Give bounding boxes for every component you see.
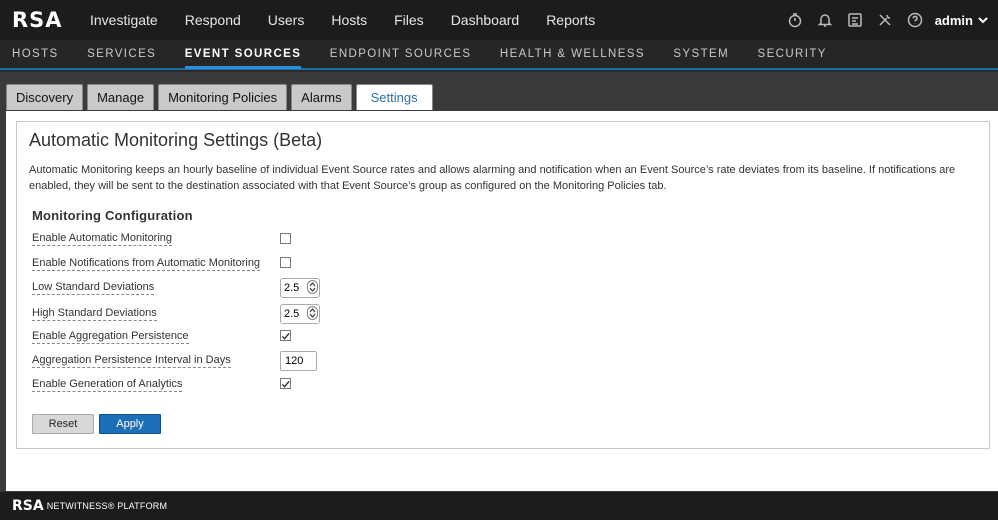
admin-sub-nav: HOSTS SERVICES EVENT SOURCES ENDPOINT SO… [0,40,998,70]
spinner-arrows-icon[interactable] [307,306,318,320]
row-low-std-dev: Low Standard Deviations [32,281,155,295]
nav-respond[interactable]: Respond [185,12,241,28]
bell-icon[interactable] [817,12,833,28]
label-enable-analytics: Enable Generation of Analytics [32,378,183,392]
top-nav-bar: RSA Investigate Respond Users Hosts File… [0,0,998,40]
nav-dashboard[interactable]: Dashboard [451,12,520,28]
label-agg-interval: Aggregation Persistence Interval in Days [32,354,231,368]
row-enable-auto-monitoring: Enable Automatic Monitoring [32,232,173,246]
tab-strip: Discovery Manage Monitoring Policies Ala… [6,84,437,110]
tab-alarms[interactable]: Alarms [291,84,352,110]
low-std-dev-value: 2.5 [284,282,300,294]
nav-investigate[interactable]: Investigate [90,12,158,28]
nav-users[interactable]: Users [268,12,305,28]
tab-settings[interactable]: Settings [355,84,433,110]
enable-agg-persistence-checkbox[interactable] [280,330,291,341]
nav-hosts[interactable]: Hosts [331,12,367,28]
subnav-health-wellness[interactable]: HEALTH & WELLNESS [500,40,645,68]
tab-area: Discovery Manage Monitoring Policies Ala… [0,72,998,492]
settings-box: Automatic Monitoring Settings (Beta) Aut… [16,121,990,449]
help-icon[interactable] [907,12,923,28]
enable-analytics-checkbox[interactable] [280,378,291,389]
page-title: Automatic Monitoring Settings (Beta) [29,130,323,150]
tab-monitoring-policies[interactable]: Monitoring Policies [158,84,288,110]
top-icons: admin [773,0,988,40]
row-enable-agg-persistence: Enable Aggregation Persistence [32,330,189,344]
label-enable-notifications: Enable Notifications from Automatic Moni… [32,257,261,271]
subnav-security[interactable]: SECURITY [758,40,827,68]
tab-discovery[interactable]: Discovery [6,84,84,110]
row-enable-analytics: Enable Generation of Analytics [32,378,183,392]
row-enable-notifications: Enable Notifications from Automatic Moni… [32,257,261,271]
page-description: Automatic Monitoring keeps an hourly bas… [29,164,956,192]
footer: RSA NETWITNESS® PLATFORM [0,492,998,520]
high-std-dev-stepper[interactable]: 2.5 [280,304,320,324]
main-nav: Investigate Respond Users Hosts Files Da… [90,12,622,28]
section-title: Monitoring Configuration [32,208,193,223]
tasks-icon[interactable] [847,12,863,28]
rsa-logo[interactable]: RSA [12,8,90,32]
nav-reports[interactable]: Reports [546,12,595,28]
enable-notifications-checkbox[interactable] [280,257,291,268]
chevron-down-icon [978,17,988,24]
user-menu[interactable]: admin [935,13,988,28]
user-name: admin [934,12,973,28]
apply-button[interactable]: Apply [99,414,161,434]
subnav-services[interactable]: SERVICES [87,40,156,68]
tab-manage[interactable]: Manage [87,84,155,110]
label-enable-auto-monitoring: Enable Automatic Monitoring [32,232,173,246]
agg-interval-input[interactable]: 120 [280,351,317,371]
timer-icon[interactable] [787,12,803,28]
subnav-system[interactable]: SYSTEM [673,40,729,68]
label-enable-agg-persistence: Enable Aggregation Persistence [32,330,189,344]
subnav-hosts[interactable]: HOSTS [12,40,59,68]
enable-auto-monitoring-checkbox[interactable] [280,233,291,244]
spinner-arrows-icon[interactable] [307,280,318,294]
row-agg-interval: Aggregation Persistence Interval in Days [32,354,231,368]
footer-product-name: NETWITNESS® PLATFORM [46,501,168,511]
checkmark-icon [281,380,290,388]
label-low-std-dev: Low Standard Deviations [32,281,155,295]
nav-files[interactable]: Files [394,12,424,28]
sub-nav-list: HOSTS SERVICES EVENT SOURCES ENDPOINT SO… [0,40,839,69]
row-high-std-dev: High Standard Deviations [32,307,157,321]
reset-button[interactable]: Reset [32,414,94,434]
settings-panel: Automatic Monitoring Settings (Beta) Aut… [6,111,998,491]
low-std-dev-stepper[interactable]: 2.5 [280,278,320,298]
label-high-std-dev: High Standard Deviations [32,307,157,321]
footer-logo: RSA [12,498,44,514]
tools-icon[interactable] [877,12,893,28]
checkmark-icon [281,332,290,340]
subnav-event-sources[interactable]: EVENT SOURCES [184,40,302,69]
high-std-dev-value: 2.5 [284,308,300,320]
subnav-endpoint-sources[interactable]: ENDPOINT SOURCES [330,40,472,68]
